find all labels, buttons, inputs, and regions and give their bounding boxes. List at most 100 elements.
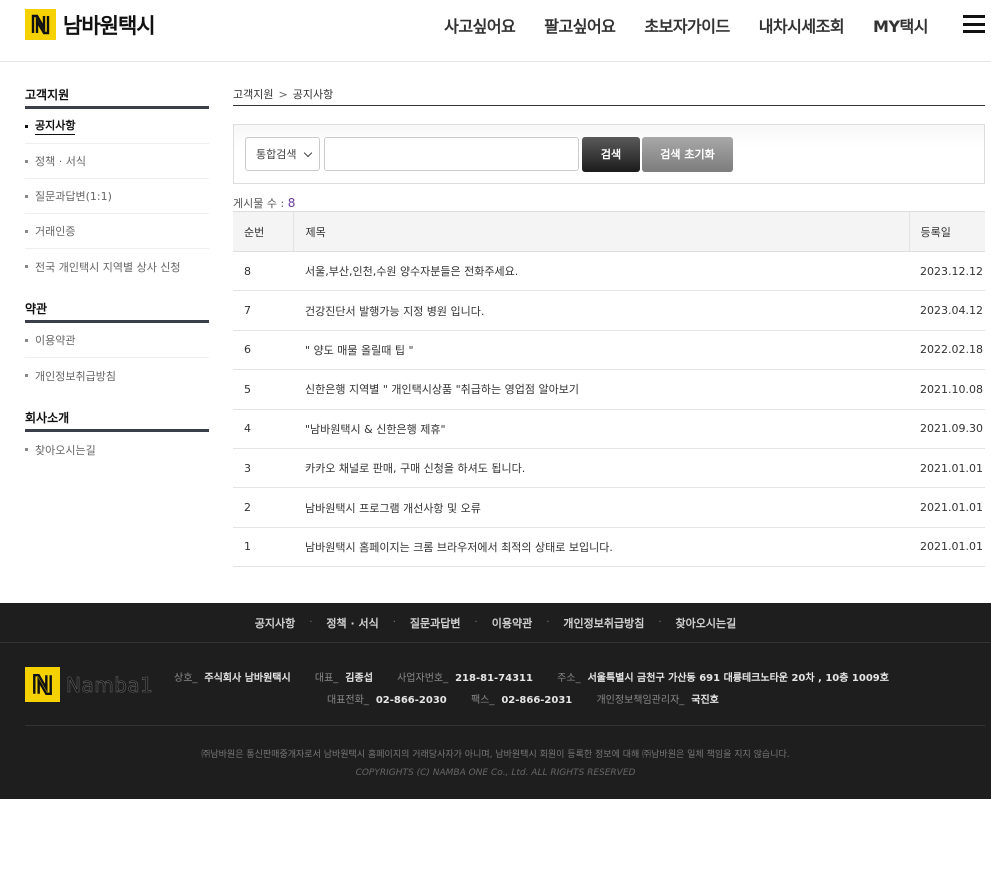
row-title-link[interactable]: " 양도 매물 올릴때 팁 "	[293, 330, 909, 371]
footer-link-notice[interactable]: 공지사항	[255, 615, 295, 631]
row-no: 1	[233, 527, 293, 568]
row-title-link[interactable]: 남바원택시 프로그램 개선사항 및 오류	[293, 487, 909, 528]
footer-links: 공지사항 · 정책 · 서식 · 질문과답변 · 이용약관 · 개인정보취급방침…	[0, 603, 991, 643]
site-header: 남바원택시 사고싶어요 팔고싶어요 초보자가이드 내차시세조회 MY택시	[0, 0, 991, 62]
company-name: 주식회사 남바원택시	[204, 673, 291, 684]
search-panel: 통합검색 검색 검색 초기화	[233, 124, 985, 184]
site-footer: 공지사항 · 정책 · 서식 · 질문과답변 · 이용약관 · 개인정보취급방침…	[0, 603, 991, 799]
footer-disclaimer: ㈜남바원은 통신판매중개자로서 남바원택시 홈페이지의 거래당사자가 아니며, …	[201, 750, 790, 760]
row-no: 6	[233, 330, 293, 371]
site-logo[interactable]: 남바원택시	[25, 9, 156, 40]
info-label: 대표_	[314, 673, 339, 684]
row-title-link[interactable]: 건강진단서 발행가능 지정 병원 입니다.	[293, 290, 909, 331]
privacy-officer: 국진호	[691, 695, 719, 706]
table-row[interactable]: 7 건강진단서 발행가능 지정 병원 입니다. 2023.04.12	[233, 290, 985, 331]
row-no: 8	[233, 251, 293, 292]
sidebar-group-title: 약관	[25, 300, 209, 323]
info-label: 팩스_	[470, 695, 495, 706]
footer-link-directions[interactable]: 찾아오시는길	[676, 615, 737, 631]
info-label: 상호_	[174, 673, 198, 684]
address: 서울특별시 금천구 가산동 691 대륭테크노타운 20차 , 10층 1009…	[587, 673, 889, 684]
col-header-no: 순번	[233, 211, 293, 252]
bullet-icon	[25, 338, 28, 342]
post-count: 게시물 수 : 8	[233, 195, 985, 211]
bullet-icon	[25, 374, 28, 377]
row-no: 2	[233, 487, 293, 528]
ceo-name: 김종섭	[345, 673, 373, 684]
sidebar-item-notice[interactable]: 공지사항	[25, 109, 209, 144]
notice-table: 순번 제목 등록일 8 서울,부산,인천,수원 양수자분들은 전화주세요. 20…	[233, 211, 985, 568]
footer-company-info: 상호_ 주식회사 남바원택시 대표_ 김종섭 사업자번호_ 218-81-74311 …	[0, 669, 991, 684]
sidebar-item-terms[interactable]: 이용약관	[25, 323, 209, 358]
hamburger-menu-icon[interactable]	[963, 15, 985, 33]
row-date: 2023.12.12	[909, 251, 985, 292]
nav-buy[interactable]: 사고싶어요	[444, 13, 516, 37]
bullet-icon	[25, 159, 28, 163]
table-row[interactable]: 5 신한은행 지역별 " 개인택시상품 "취급하는 영업점 알아보기 2021.…	[233, 369, 985, 410]
footer-link-separator: ·	[309, 617, 313, 628]
table-row[interactable]: 1 남바원택시 홈페이지는 크롬 브라우저에서 최적의 상태로 보입니다. 20…	[233, 527, 985, 568]
row-no: 3	[233, 448, 293, 489]
fax-number: 02-866-2031	[501, 695, 573, 706]
col-header-title: 제목	[292, 211, 909, 252]
row-title-link[interactable]: 남바원택시 홈페이지는 크롬 브라우저에서 최적의 상태로 보입니다.	[293, 527, 909, 568]
nav-price-check[interactable]: 내차시세조회	[759, 13, 845, 37]
nav-sell[interactable]: 팔고싶어요	[544, 13, 616, 37]
footer-link-qna[interactable]: 질문과답변	[410, 615, 461, 631]
sidebar-item-trade-cert[interactable]: 거래인증	[25, 214, 209, 249]
row-title-link[interactable]: 서울,부산,인천,수원 양수자분들은 전화주세요.	[293, 251, 909, 292]
sidebar-group-terms: 약관 이용약관 개인정보취급방침	[25, 300, 209, 393]
row-no: 4	[233, 409, 293, 449]
bullet-icon	[25, 448, 28, 451]
business-number: 218-81-74311	[455, 673, 533, 684]
row-no: 7	[233, 290, 293, 331]
search-type-select[interactable]: 통합검색	[245, 137, 320, 171]
footer-link-separator: ·	[546, 617, 550, 628]
sidebar-group-title: 회사소개	[25, 409, 209, 432]
row-date: 2023.04.12	[909, 290, 985, 331]
sidebar-item-region-apply[interactable]: 전국 개인택시 지역별 상사 신청	[25, 249, 209, 284]
post-count-value: 8	[287, 196, 296, 210]
breadcrumb-current: 공지사항	[292, 88, 334, 101]
table-row[interactable]: 4 "남바원택시 & 신한은행 제휴" 2021.09.30	[233, 409, 985, 449]
row-date: 2021.09.30	[909, 409, 985, 449]
bullet-icon	[25, 265, 28, 268]
footer-link-policy[interactable]: 정책 · 서식	[326, 615, 378, 631]
info-label: 대표전화_	[327, 695, 369, 706]
table-row[interactable]: 3 카카오 채널로 판매, 구매 신청을 하셔도 됩니다. 2021.01.01	[233, 448, 985, 489]
sidebar-item-directions[interactable]: 찾아오시는길	[25, 432, 209, 467]
sidebar: 고객지원 공지사항 정책 · 서식 질문과답변(1:1) 거래인증 전국 개인택…	[25, 86, 209, 483]
row-title-link[interactable]: 카카오 채널로 판매, 구매 신청을 하셔도 됩니다.	[293, 448, 909, 489]
row-date: 2021.01.01	[909, 527, 985, 568]
nav-guide[interactable]: 초보자가이드	[644, 13, 730, 37]
table-row[interactable]: 2 남바원택시 프로그램 개선사항 및 오류 2021.01.01	[233, 487, 985, 528]
footer-link-privacy[interactable]: 개인정보취급방침	[563, 615, 644, 631]
row-date: 2022.02.18	[909, 330, 985, 371]
footer-link-separator: ·	[392, 617, 396, 628]
search-type-value: 통합검색	[256, 148, 297, 161]
info-label: 사업자번호_	[397, 673, 449, 684]
search-reset-button[interactable]: 검색 초기화	[642, 136, 733, 172]
sidebar-item-privacy[interactable]: 개인정보취급방침	[25, 358, 209, 393]
breadcrumb-home[interactable]: 고객지원	[233, 88, 273, 101]
row-date: 2021.01.01	[909, 448, 985, 489]
nav-my-taxi[interactable]: MY택시	[873, 13, 928, 37]
row-date: 2021.10.08	[909, 369, 985, 410]
main-nav: 사고싶어요 팔고싶어요 초보자가이드 내차시세조회 MY택시	[415, 13, 928, 37]
row-title-link[interactable]: 신한은행 지역별 " 개인택시상품 "취급하는 영업점 알아보기	[293, 369, 909, 410]
phone-number: 02-866-2030	[375, 695, 447, 706]
sidebar-group-company: 회사소개 찾아오시는길	[25, 409, 209, 467]
sidebar-item-qna[interactable]: 질문과답변(1:1)	[25, 179, 209, 214]
sidebar-item-policy[interactable]: 정책 · 서식	[25, 144, 209, 179]
row-title-link[interactable]: "남바원택시 & 신한은행 제휴"	[293, 409, 909, 449]
footer-link-separator: ·	[474, 617, 478, 628]
search-input[interactable]	[324, 137, 579, 171]
table-row[interactable]: 6 " 양도 매물 올릴때 팁 " 2022.02.18	[233, 330, 985, 371]
footer-copyright: COPYRIGHTS (C) NAMBA ONE Co., Ltd. ALL R…	[355, 768, 636, 778]
footer-link-terms[interactable]: 이용약관	[492, 615, 532, 631]
footer-divider	[25, 725, 985, 726]
bullet-icon	[25, 124, 28, 128]
search-button[interactable]: 검색	[582, 136, 640, 172]
table-row[interactable]: 8 서울,부산,인천,수원 양수자분들은 전화주세요. 2023.12.12	[233, 251, 985, 292]
row-no: 5	[233, 369, 293, 410]
